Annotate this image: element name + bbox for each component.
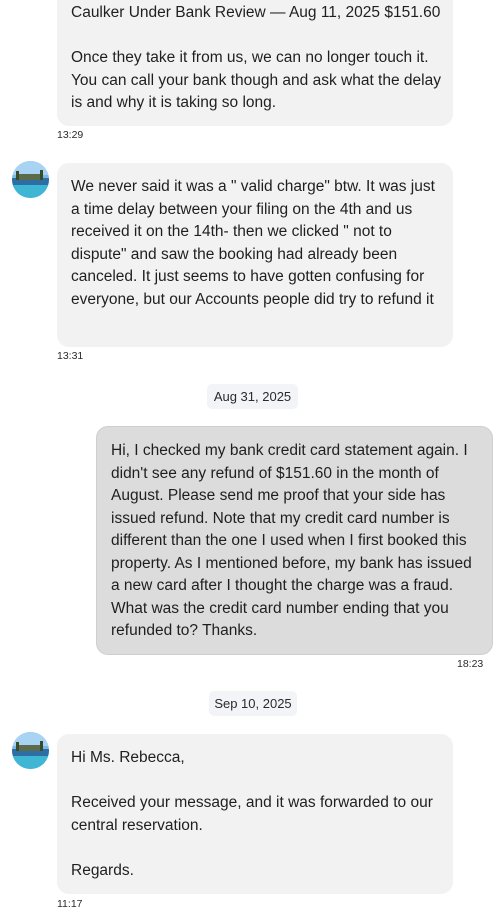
beach-avatar-icon bbox=[12, 161, 49, 198]
message-timestamp: 11:17 bbox=[57, 898, 83, 910]
sender-avatar[interactable] bbox=[12, 732, 49, 769]
message-timestamp: 13:29 bbox=[57, 129, 84, 141]
date-separator: Sep 10, 2025 bbox=[209, 691, 297, 716]
message-timestamp: 13:31 bbox=[57, 350, 84, 362]
message-bubble-incoming: Hi Ms. Rebecca, Received your message, a… bbox=[57, 734, 453, 894]
date-separator: Aug 31, 2025 bbox=[207, 384, 298, 409]
message-timestamp: 18:23 bbox=[457, 658, 484, 670]
sender-avatar[interactable] bbox=[12, 161, 49, 198]
message-bubble-incoming: We never said it was a " valid charge" b… bbox=[57, 163, 453, 347]
message-bubble-outgoing: Hi, I checked my bank credit card statem… bbox=[96, 426, 493, 655]
beach-avatar-icon bbox=[12, 732, 49, 769]
message-bubble-incoming: Caulker Under Bank Review — Aug 11, 2025… bbox=[57, 0, 453, 126]
